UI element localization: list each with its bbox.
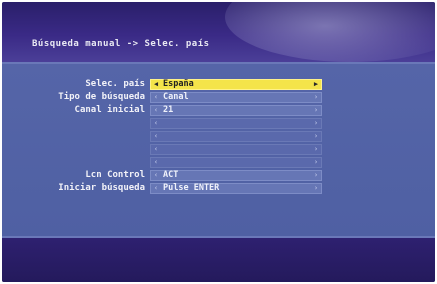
arrow-left-icon[interactable]: ‹ [152, 171, 160, 180]
row-label: Selec. país [85, 79, 145, 89]
row-value: 21 [163, 105, 174, 115]
search-type-selector[interactable]: ‹ Canal › [150, 92, 322, 103]
settings-panel: Selec. país ◀ España ▶ Tipo de búsqueda … [2, 64, 435, 236]
arrow-right-icon: › [313, 145, 319, 153]
country-selector[interactable]: ◀ España ▶ [150, 79, 322, 90]
start-search-button[interactable]: ‹ Pulse ENTER › [150, 183, 322, 194]
tv-screen: Búsqueda manual -> Selec. país Selec. pa… [2, 2, 435, 282]
header-bar: Búsqueda manual -> Selec. país [2, 2, 435, 62]
arrow-right-icon: › [313, 119, 319, 127]
arrow-right-icon[interactable]: ▶ [312, 80, 320, 89]
arrow-right-icon[interactable]: › [312, 171, 320, 180]
arrow-right-icon: › [313, 132, 319, 140]
arrow-left-icon[interactable]: ‹ [152, 184, 160, 193]
disabled-field: ‹ › [150, 118, 322, 129]
disabled-field: ‹ › [150, 144, 322, 155]
arrow-left-icon: ‹ [153, 119, 159, 127]
row-disabled: ‹ › [2, 130, 435, 143]
lcn-control-selector[interactable]: ‹ ACT › [150, 170, 322, 181]
row-lcn-control[interactable]: Lcn Control ‹ ACT › [2, 169, 435, 182]
row-label: Canal inicial [74, 105, 145, 115]
row-disabled: ‹ › [2, 143, 435, 156]
row-value: España [163, 79, 194, 89]
arrow-right-icon[interactable]: › [312, 106, 320, 115]
disabled-field: ‹ › [150, 157, 322, 168]
footer-bar [2, 238, 435, 282]
arrow-left-icon[interactable]: ‹ [152, 106, 160, 115]
arrow-left-icon: ‹ [153, 132, 159, 140]
row-disabled: ‹ › [2, 156, 435, 169]
arrow-right-icon: › [313, 158, 319, 166]
row-label: Lcn Control [85, 170, 145, 180]
arrow-left-icon: ‹ [153, 145, 159, 153]
header-decoration [225, 2, 435, 62]
row-label: Tipo de búsqueda [58, 92, 145, 102]
row-start-channel[interactable]: Canal inicial ‹ 21 › [2, 104, 435, 117]
row-search-type[interactable]: Tipo de búsqueda ‹ Canal › [2, 91, 435, 104]
disabled-field: ‹ › [150, 131, 322, 142]
row-value: ACT [163, 170, 179, 180]
row-start-search[interactable]: Iniciar búsqueda ‹ Pulse ENTER › [2, 182, 435, 195]
arrow-right-icon[interactable]: › [312, 184, 320, 193]
page-title: Búsqueda manual -> Selec. país [32, 39, 210, 49]
row-value: Canal [163, 92, 189, 102]
arrow-left-icon: ‹ [153, 158, 159, 166]
arrow-left-icon[interactable]: ‹ [152, 93, 160, 102]
row-country[interactable]: Selec. país ◀ España ▶ [2, 78, 435, 91]
row-label: Iniciar búsqueda [58, 183, 145, 193]
row-disabled: ‹ › [2, 117, 435, 130]
arrow-right-icon[interactable]: › [312, 93, 320, 102]
row-value: Pulse ENTER [163, 183, 220, 193]
arrow-left-icon[interactable]: ◀ [152, 80, 160, 89]
start-channel-selector[interactable]: ‹ 21 › [150, 105, 322, 116]
